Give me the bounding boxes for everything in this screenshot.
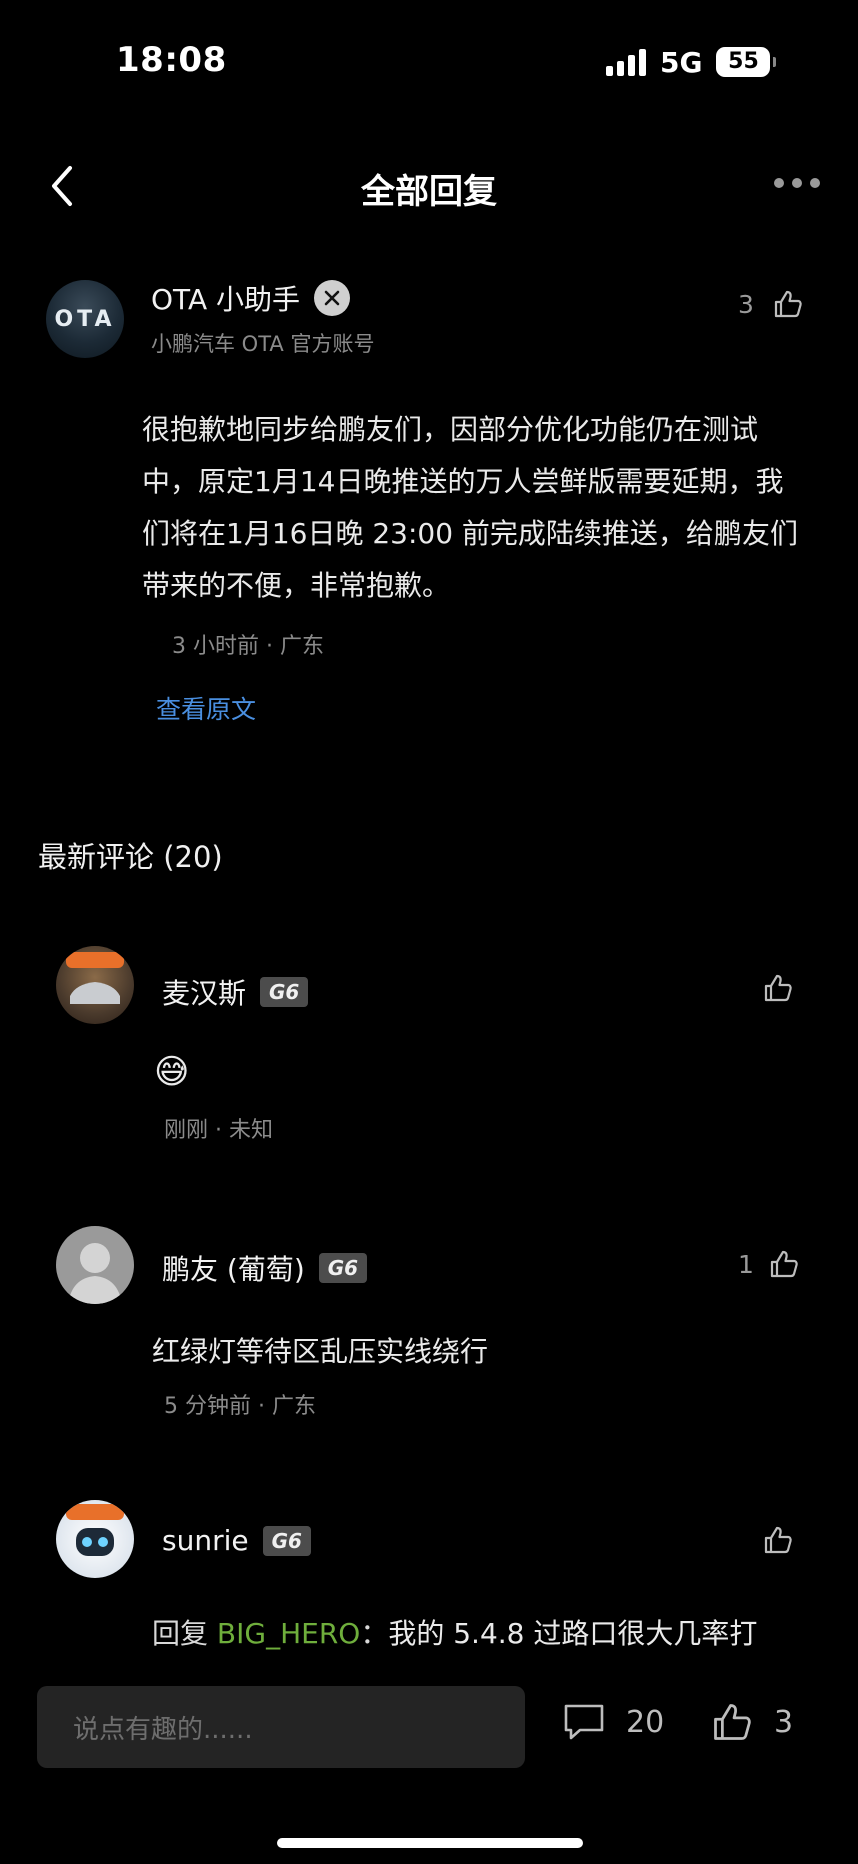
comment-author[interactable]: 麦汉斯 G6 [162, 972, 309, 1012]
post-author[interactable]: OTA 小助手 [151, 278, 351, 318]
robot-icon [66, 1504, 124, 1556]
author-name: OTA 小助手 [151, 283, 301, 316]
comment-like-button[interactable] [762, 972, 794, 1008]
post-meta: 3 小时前 · 广东 [172, 634, 324, 659]
signal-icon [606, 48, 646, 76]
comment-meta: 5 分钟前 · 广东 [164, 1394, 316, 1419]
page-title: 全部回复 [361, 172, 497, 212]
verify-icon [314, 280, 351, 316]
comment-input[interactable]: 说点有趣的...... [37, 1686, 525, 1768]
comment-text: 红绿灯等待区乱压实线绕行 [152, 1335, 489, 1368]
comment-avatar[interactable] [56, 1500, 134, 1578]
avatar-text: OTA [54, 306, 116, 332]
comment-author-name: 鹏友 (葡萄) [162, 1253, 305, 1286]
post-like-count: 3 [738, 289, 754, 319]
post-like-button[interactable]: 3 [738, 288, 804, 320]
level-badge: G6 [262, 1525, 311, 1556]
battery-level: 55 [728, 49, 759, 74]
battery-icon: 55 [716, 47, 777, 77]
comment-author[interactable]: sunrie G6 [162, 1524, 311, 1557]
comment-avatar[interactable] [56, 1226, 134, 1304]
comment-like-count: 1 [738, 1249, 754, 1279]
comments-section-title: 最新评论 (20) [38, 840, 223, 874]
like-icon [764, 974, 792, 1002]
comments-count-button[interactable]: 20 [562, 1702, 664, 1742]
level-badge: G6 [318, 1253, 368, 1283]
comment-author-name: 麦汉斯 [162, 977, 247, 1010]
like-icon [774, 290, 802, 318]
comment-text: 回复 BIG_HERO：我的 5.4.8 过路口很大几率打 [152, 1612, 757, 1652]
view-original-link[interactable]: 查看原文 [156, 690, 256, 726]
comment-icon [564, 1704, 604, 1740]
more-button[interactable] [774, 178, 820, 188]
bottom-like-button[interactable]: 3 [710, 1700, 793, 1744]
level-badge: G6 [260, 977, 309, 1007]
author-avatar[interactable]: OTA [46, 280, 124, 358]
comment-author-name: sunrie [162, 1524, 249, 1557]
author-subtitle: 小鹏汽车 OTA 官方账号 [151, 332, 375, 356]
comment-like-button[interactable] [762, 1524, 794, 1560]
car-icon [66, 952, 124, 1004]
reply-target-link[interactable]: BIG_HERO [217, 1617, 360, 1650]
reply-separator: ： [360, 1617, 389, 1650]
network-type: 5G [660, 45, 703, 79]
status-time: 18:08 [116, 40, 227, 80]
like-icon [764, 1526, 792, 1554]
comment-author[interactable]: 鹏友 (葡萄) G6 [162, 1248, 368, 1288]
status-indicators: 5G 55 [606, 44, 777, 80]
more-icon [774, 178, 784, 188]
like-icon [770, 1250, 798, 1278]
reply-prefix: 回复 [152, 1617, 217, 1650]
post-body: 很抱歉地同步给鹏友们，因部分优化功能仍在测试中，原定1月14日晚推送的万人尝鲜版… [142, 413, 798, 602]
like-count: 3 [774, 1704, 794, 1740]
comment-input-placeholder: 说点有趣的...... [73, 1714, 253, 1745]
comment-meta: 刚刚 · 未知 [164, 1118, 273, 1143]
default-avatar-icon [68, 1243, 122, 1304]
home-indicator[interactable] [277, 1838, 583, 1848]
comment-count: 20 [626, 1704, 665, 1740]
comment-avatar[interactable] [56, 946, 134, 1024]
comment-like-button[interactable]: 1 [738, 1248, 800, 1280]
reply-text: 我的 5.4.8 过路口很大几率打 [388, 1617, 758, 1650]
like-icon [714, 1704, 751, 1740]
comment-text: 😅 [154, 1052, 190, 1092]
